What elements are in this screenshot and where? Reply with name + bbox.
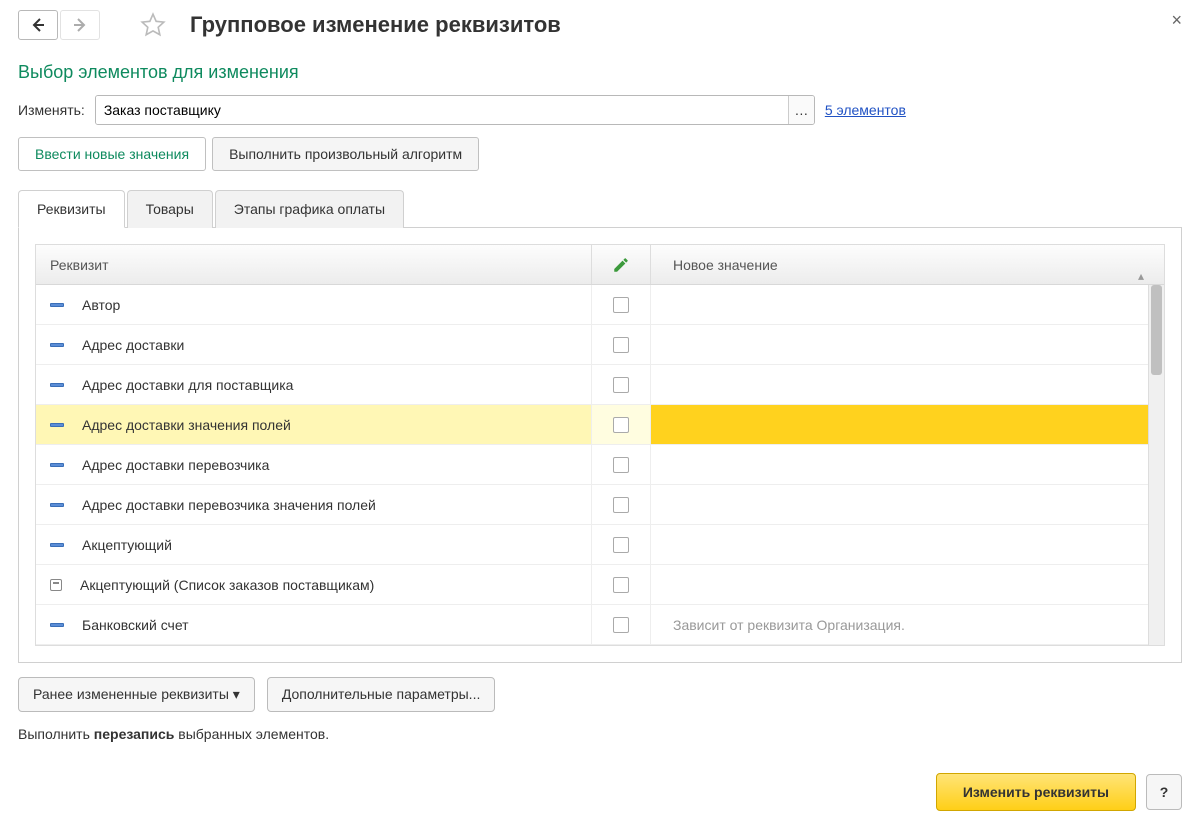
new-value-cell[interactable] — [651, 445, 1164, 484]
change-label: Изменять: — [18, 102, 85, 118]
attribute-icon — [50, 423, 64, 427]
edit-cell — [591, 485, 651, 524]
attribute-icon — [50, 543, 64, 547]
elements-count-link[interactable]: 5 элементов — [825, 102, 906, 118]
new-value-cell[interactable] — [651, 285, 1164, 324]
requisite-cell: Адрес доставки — [36, 325, 591, 364]
requisite-label: Адрес доставки — [82, 337, 184, 353]
sort-indicator-icon: ▴ — [1138, 269, 1144, 283]
table-scrollbar[interactable] — [1148, 285, 1164, 645]
requisite-cell: Адрес доставки перевозчика — [36, 445, 591, 484]
pencil-icon — [612, 256, 630, 274]
edit-cell — [591, 365, 651, 404]
tab-requisites[interactable]: Реквизиты — [18, 190, 125, 228]
new-value-cell[interactable]: Зависит от реквизита Организация. — [651, 605, 1164, 644]
requisite-label: Автор — [82, 297, 120, 313]
requisite-cell: Акцептующий — [36, 525, 591, 564]
apply-changes-button[interactable]: Изменить реквизиты — [936, 773, 1136, 811]
edit-cell — [591, 285, 651, 324]
requisite-cell: Адрес доставки значения полей — [36, 405, 591, 444]
column-header-requisite[interactable]: Реквизит — [36, 257, 591, 273]
new-value-cell[interactable] — [651, 325, 1164, 364]
edit-cell — [591, 565, 651, 604]
requisite-label: Банковский счет — [82, 617, 189, 633]
table-scrollbar-thumb[interactable] — [1151, 285, 1162, 375]
help-button[interactable]: ? — [1146, 774, 1182, 810]
requisite-cell: Банковский счет — [36, 605, 591, 644]
row-checkbox[interactable] — [613, 297, 629, 313]
close-button[interactable]: × — [1171, 10, 1182, 31]
nav-forward-button — [60, 10, 100, 40]
requisites-panel: Реквизит Новое значение ▴ Автор Адрес дос… — [18, 228, 1182, 663]
row-checkbox[interactable] — [613, 457, 629, 473]
new-value-cell[interactable] — [651, 365, 1164, 404]
mode-new-values-button[interactable]: Ввести новые значения — [18, 137, 206, 171]
attribute-icon — [50, 503, 64, 507]
tab-goods[interactable]: Товары — [127, 190, 213, 228]
row-checkbox[interactable] — [613, 377, 629, 393]
row-checkbox[interactable] — [613, 417, 629, 433]
new-value-cell[interactable] — [651, 485, 1164, 524]
edit-cell — [591, 405, 651, 444]
requisite-label: Адрес доставки перевозчика значения поле… — [82, 497, 376, 513]
list-item-icon — [50, 579, 62, 591]
favorite-star-icon[interactable] — [138, 10, 168, 40]
arrow-left-icon — [30, 17, 46, 33]
attribute-icon — [50, 343, 64, 347]
edit-cell — [591, 525, 651, 564]
column-header-new-value[interactable]: Новое значение ▴ — [651, 257, 1164, 273]
table-row[interactable]: Автор — [36, 285, 1164, 325]
mode-custom-algo-button[interactable]: Выполнить произвольный алгоритм — [212, 137, 479, 171]
new-value-cell[interactable] — [651, 405, 1164, 444]
row-checkbox[interactable] — [613, 497, 629, 513]
table-row[interactable]: Адрес доставки значения полей — [36, 405, 1164, 445]
edit-cell — [591, 445, 651, 484]
table-row[interactable]: Банковский счет Зависит от реквизита Орга… — [36, 605, 1164, 645]
table-row[interactable]: Акцептующий — [36, 525, 1164, 565]
row-checkbox[interactable] — [613, 337, 629, 353]
edit-cell — [591, 325, 651, 364]
requisite-cell: Адрес доставки для поставщика — [36, 365, 591, 404]
nav-back-button[interactable] — [18, 10, 58, 40]
column-header-edit[interactable] — [591, 245, 651, 284]
page-title: Групповое изменение реквизитов — [190, 12, 561, 38]
arrow-right-icon — [72, 17, 88, 33]
requisite-label: Акцептующий (Список заказов поставщикам) — [80, 577, 374, 593]
table-row[interactable]: Акцептующий (Список заказов поставщикам) — [36, 565, 1164, 605]
summary-text: Выполнить перезапись выбранных элементов… — [18, 726, 1182, 742]
table-row[interactable]: Адрес доставки перевозчика — [36, 445, 1164, 485]
row-checkbox[interactable] — [613, 577, 629, 593]
tab-payment-stages[interactable]: Этапы графика оплаты — [215, 190, 404, 228]
change-picker-button[interactable]: … — [788, 96, 814, 124]
requisite-label: Адрес доставки перевозчика — [82, 457, 269, 473]
new-value-cell[interactable] — [651, 525, 1164, 564]
row-checkbox[interactable] — [613, 537, 629, 553]
extra-params-button[interactable]: Дополнительные параметры... — [267, 677, 496, 712]
requisite-cell: Адрес доставки перевозчика значения поле… — [36, 485, 591, 524]
table-row[interactable]: Адрес доставки — [36, 325, 1164, 365]
edit-cell — [591, 605, 651, 644]
attribute-icon — [50, 623, 64, 627]
dropdown-caret-icon: ▾ — [233, 686, 240, 702]
requisites-table: Реквизит Новое значение ▴ Автор Адрес дос… — [35, 244, 1165, 646]
new-value-cell[interactable] — [651, 565, 1164, 604]
requisite-cell: Автор — [36, 285, 591, 324]
section-title: Выбор элементов для изменения — [18, 62, 1182, 83]
table-row[interactable]: Адрес доставки для поставщика — [36, 365, 1164, 405]
change-input[interactable] — [96, 96, 788, 124]
table-row[interactable]: Адрес доставки перевозчика значения поле… — [36, 485, 1164, 525]
attribute-icon — [50, 383, 64, 387]
requisite-label: Акцептующий — [82, 537, 172, 553]
requisite-cell: Акцептующий (Список заказов поставщикам) — [36, 565, 591, 604]
attribute-icon — [50, 463, 64, 467]
attribute-icon — [50, 303, 64, 307]
row-checkbox[interactable] — [613, 617, 629, 633]
requisite-label: Адрес доставки значения полей — [82, 417, 291, 433]
requisite-label: Адрес доставки для поставщика — [82, 377, 293, 393]
change-select[interactable]: … — [95, 95, 815, 125]
previously-changed-button[interactable]: Ранее измененные реквизиты ▾ — [18, 677, 255, 712]
